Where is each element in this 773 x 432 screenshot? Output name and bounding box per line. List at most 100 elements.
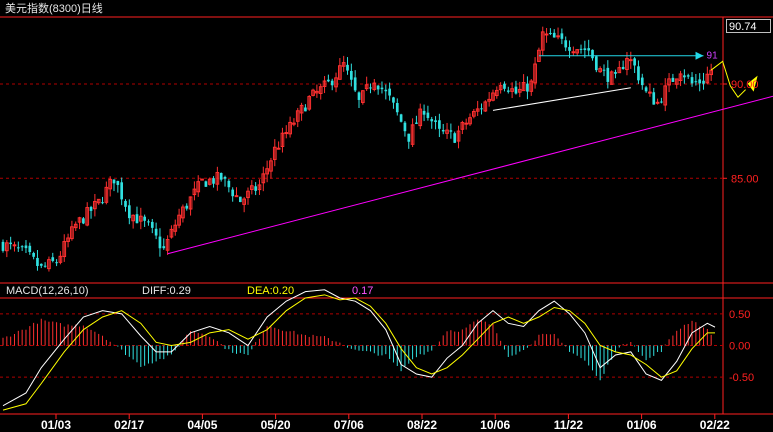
macd-tick-label: 0.00 [729,341,750,353]
x-tick-label: 01/06 [627,418,657,432]
y-tick-label: 85.00 [731,173,759,185]
target-label: 91 [707,51,719,62]
candle-body [526,83,529,92]
candle-body [614,72,617,74]
candle-body [690,77,694,84]
candle-body [16,247,20,249]
x-tick-label: 11/22 [554,418,584,432]
candle-body [449,130,453,132]
candle-body [464,122,469,125]
candle-body [204,181,208,187]
candle-body [353,77,357,91]
candle-body [112,179,116,184]
macd-tick-label: 0.50 [729,309,750,321]
candle-body [602,69,606,71]
candle-body [219,172,223,180]
candle-body [544,33,549,36]
candle-body [330,80,334,86]
candle-body [591,49,594,59]
candle-body [147,221,150,223]
candle-body [430,119,434,122]
candle-body [120,182,124,200]
candle-body [438,120,441,129]
candle-body [395,103,399,113]
candle-body [480,108,483,110]
candle-body [158,236,162,249]
candle-body [154,228,158,236]
candle-body [346,64,349,71]
candlestick-chart: 91 90.00 85.00 0.50 0.00 -0.50 01/03 02/17 04/0… [0,16,773,432]
x-tick-label: 02/22 [700,418,730,432]
candle-body [587,48,591,51]
candle-body [223,176,227,179]
candle-body [304,107,307,112]
candle-body [403,122,407,132]
candle-body [434,120,437,123]
candle-body [683,75,686,78]
candle-body [579,48,583,50]
candle-body [12,244,17,247]
candle-body [594,56,598,71]
macd-diff-value: DIFF:0.29 [142,285,191,297]
candle-body [644,87,648,92]
candle-body [200,178,204,181]
candle-body [453,133,457,143]
x-tick-label: 05/20 [261,418,291,432]
candle-body [633,58,636,66]
candle-body [231,189,235,197]
last-price-box: 90.74 [726,19,771,33]
candle-body [426,112,430,118]
candle-body [640,77,644,86]
candle-body [101,202,104,204]
candle-body [116,180,120,185]
arrow-head [695,51,704,60]
candle-body [648,91,652,94]
candle-body [583,48,587,51]
candle-body [621,66,625,69]
macd-dea-value: DEA:0.20 [247,285,295,297]
candle-body [9,242,12,245]
candle-body [350,70,353,80]
y-tick-label: 90.00 [731,79,759,91]
candle-body [392,97,395,103]
candle-body [503,83,506,89]
candle-body [606,67,610,82]
candle-body [82,218,85,224]
candle-body [652,92,656,105]
candle-body [89,207,93,211]
chart-title: 美元指数(8300)日线 [5,3,103,15]
candle-body [399,114,403,122]
candle-body [660,101,663,103]
candle-body [162,246,166,249]
candle-body [254,186,257,191]
macd-indicator-name: MACD(12,26,10) [6,285,89,297]
candle-body [39,263,43,266]
candle-body [628,59,633,62]
candle-body [441,130,445,132]
candle-body [327,79,330,82]
candle-body [671,77,675,82]
candle-body [36,257,39,266]
candle-body [238,196,242,203]
candle-body [185,205,189,209]
candle-body [28,245,32,253]
x-tick-label: 01/03 [41,418,71,432]
macd-tick-label: -0.50 [729,372,754,384]
candle-body [234,195,239,198]
candle-body [560,33,564,39]
candle-body [43,265,47,267]
candle-body [552,32,556,38]
candle-body [637,66,640,81]
candle-body [1,241,5,251]
candle-body [55,262,58,264]
x-tick-label: 04/05 [187,418,217,432]
candle-body [384,89,388,92]
candle-body [388,88,391,96]
candle-body [32,252,35,257]
candle-body [150,221,154,228]
candle-body [51,257,55,261]
candle-body [514,86,518,94]
x-tick-label: 07/06 [334,418,364,432]
candle-body [698,79,702,84]
candle-body [571,51,576,54]
